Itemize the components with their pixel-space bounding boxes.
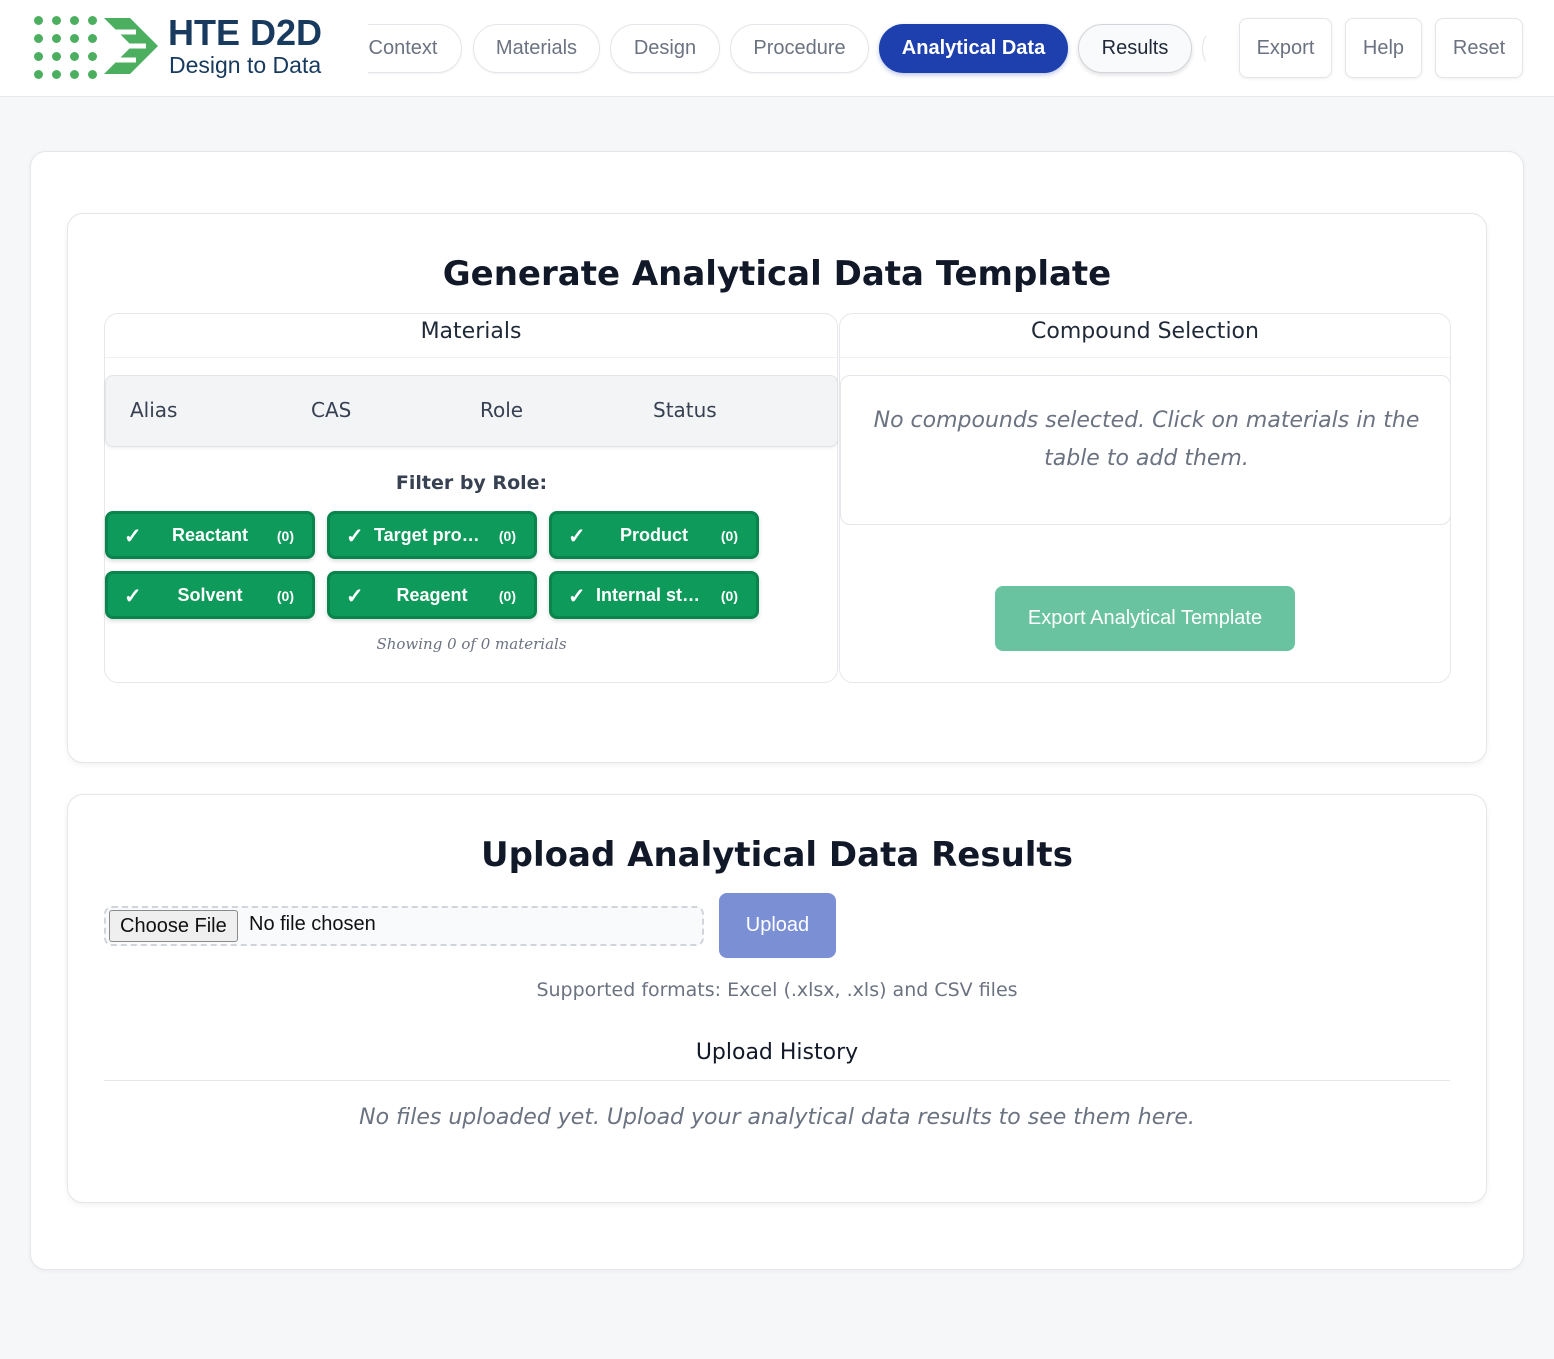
check-icon: ✓ (346, 525, 364, 548)
filter-solvent[interactable]: ✓ Solvent (0) (105, 571, 315, 619)
filter-count: (0) (276, 588, 294, 604)
template-section-title: Generate Analytical Data Template (442, 254, 1112, 294)
tab-materials[interactable]: Materials (473, 24, 600, 73)
file-status-text: No file chosen (249, 913, 376, 935)
logo-dot (70, 34, 79, 43)
column-role[interactable]: Role (480, 398, 523, 422)
check-icon: ✓ (346, 585, 364, 608)
filter-count: (0) (498, 528, 516, 544)
check-icon: ✓ (124, 525, 142, 548)
file-input[interactable]: Choose File No file chosen (104, 906, 704, 946)
logo-dot (88, 16, 97, 25)
filter-label: Filter by Role: (395, 472, 548, 494)
materials-heading: Materials (105, 314, 837, 358)
logo-dot (52, 34, 61, 43)
filter-target-product[interactable]: ✓ Target product (0) (327, 511, 537, 559)
filter-product[interactable]: ✓ Product (0) (549, 511, 759, 559)
check-icon: ✓ (568, 525, 586, 548)
compound-selection-list: No compounds selected. Click on material… (840, 375, 1451, 525)
filter-label-internal-standard: Internal standard (596, 585, 706, 605)
app-logo[interactable]: HTE D2D Design to Data (34, 14, 334, 80)
column-cas[interactable]: CAS (311, 398, 351, 422)
check-icon: ✓ (568, 585, 586, 608)
materials-showing-count: Showing 0 of 0 materials (376, 635, 567, 653)
logo-dots-icon (34, 16, 104, 79)
logo-dot (70, 52, 79, 61)
top-navbar: HTE D2D Design to Data Context Materials… (0, 0, 1554, 97)
materials-panel: Materials Alias CAS Role Status Filter b… (104, 313, 838, 683)
nav-tabs: Context Materials Design Procedure Analy… (368, 0, 1206, 97)
logo-dot (88, 70, 97, 79)
logo-dot (34, 16, 43, 25)
app-subtitle: Design to Data (169, 52, 322, 78)
logo-dot (88, 34, 97, 43)
tab-results[interactable]: Results (1078, 24, 1192, 73)
export-button[interactable]: Export (1239, 18, 1332, 78)
logo-dot (70, 16, 79, 25)
main-card: Generate Analytical Data Template Materi… (30, 151, 1524, 1270)
logo-dot (52, 70, 61, 79)
compound-selection-heading: Compound Selection (840, 314, 1450, 358)
upload-section-title: Upload Analytical Data Results (481, 835, 1073, 875)
filter-count: (0) (276, 528, 294, 544)
logo-arrow-icon (104, 18, 158, 74)
filter-internal-standard[interactable]: ✓ Internal standard (0) (549, 571, 759, 619)
filter-label-solvent: Solvent (177, 585, 243, 605)
logo-dot (88, 52, 97, 61)
upload-history-empty-message: No files uploaded yet. Upload your analy… (359, 1105, 1195, 1130)
logo-dot (52, 16, 61, 25)
filter-label-product: Product (619, 525, 688, 545)
filter-reactant[interactable]: ✓ Reactant (0) (105, 511, 315, 559)
divider (104, 1080, 1450, 1081)
app-title: HTE D2D (168, 12, 323, 53)
compound-selection-panel: Compound Selection No compounds selected… (839, 313, 1451, 683)
upload-section: Upload Analytical Data Results Choose Fi… (67, 794, 1487, 1203)
filter-label-target-product: Target product (374, 525, 484, 545)
tab-analytical-data[interactable]: Analytical Data (879, 24, 1068, 73)
template-section: Generate Analytical Data Template Materi… (67, 213, 1487, 763)
logo-dot (34, 34, 43, 43)
filter-reagent[interactable]: ✓ Reagent (0) (327, 571, 537, 619)
reset-button[interactable]: Reset (1435, 18, 1523, 78)
tab-design[interactable]: Design (610, 24, 720, 73)
tab-context[interactable]: Context (368, 24, 462, 73)
upload-button[interactable]: Upload (719, 893, 836, 958)
filter-count: (0) (720, 588, 738, 604)
export-analytical-template-button[interactable]: Export Analytical Template (995, 586, 1295, 651)
tab-procedure[interactable]: Procedure (730, 24, 869, 73)
supported-formats-text: Supported formats: Excel (.xlsx, .xls) a… (536, 979, 1018, 1001)
help-button[interactable]: Help (1345, 18, 1422, 78)
upload-history-title: Upload History (695, 1040, 859, 1065)
filter-label-reagent: Reagent (396, 585, 468, 605)
logo-dot (34, 70, 43, 79)
logo-dot (70, 70, 79, 79)
choose-file-button[interactable]: Choose File (109, 910, 238, 942)
materials-table-header: Alias CAS Role Status (105, 375, 838, 447)
logo-dot (34, 52, 43, 61)
check-icon: ✓ (124, 585, 142, 608)
column-alias[interactable]: Alias (130, 398, 177, 422)
logo-dot (52, 52, 61, 61)
column-status[interactable]: Status (653, 398, 717, 422)
filter-label-reactant: Reactant (171, 525, 249, 545)
tab-overflow[interactable] (1202, 24, 1206, 73)
compound-empty-message: No compounds selected. Click on material… (873, 408, 1420, 471)
filter-count: (0) (720, 528, 738, 544)
filter-count: (0) (498, 588, 516, 604)
